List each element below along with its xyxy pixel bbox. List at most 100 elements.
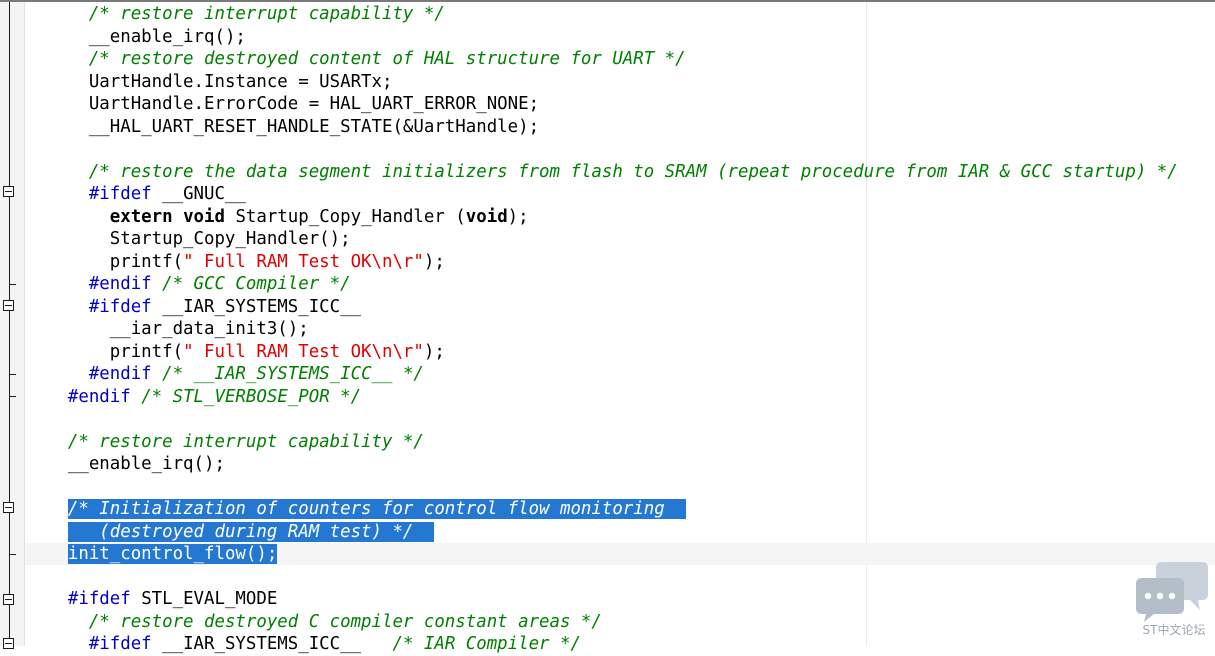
fold-end-tick [9,554,16,555]
code-line[interactable]: init_control_flow(); [26,543,278,566]
code-token: ); [507,206,529,227]
code-line[interactable]: #endif /* GCC Compiler */ [26,273,351,296]
code-text: printf(" Full RAM Test OK\n\r"); [110,252,445,272]
code-token: Startup_Copy_Handler(); [109,229,351,249]
code-token: __enable_irq(); [88,26,246,47]
code-text: #ifdef STL_EVAL_MODE [68,589,277,609]
code-comment: /* __IAR_SYSTEMS_ICC__ */ [162,364,424,384]
watermark-text: ST中文论坛 [1142,623,1206,637]
code-comment: /* restore the data segment initializers… [88,161,1178,182]
code-text: #endif /* __IAR_SYSTEMS_ICC__ */ [89,364,424,384]
code-token: __IAR_SYSTEMS_ICC__ [151,296,362,317]
code-token: UartHandle.ErrorCode = HAL_UART_ERROR_NO… [88,94,540,114]
code-comment: /* restore interrupt capability */ [88,4,445,24]
code-string: " Full RAM Test OK\n\r" [183,341,424,362]
code-comment: /* restore interrupt capability */ [67,431,424,452]
code-comment: /* restore destroyed C compiler constant… [88,611,602,632]
selected-code: (destroyed during RAM test) */ [67,521,435,542]
code-comment: /* GCC Compiler */ [162,274,351,294]
code-keyword: extern [109,206,173,227]
code-preprocessor: #endif [67,386,131,407]
code-line[interactable]: #endif /* __IAR_SYSTEMS_ICC__ */ [26,363,424,386]
fold-collapse-icon[interactable] [3,186,14,197]
fold-margin [0,2,25,649]
code-token: __HAL_UART_RESET_HANDLE_STATE(&UartHandl… [88,116,540,137]
code-text: /* restore interrupt capability */ [89,4,445,24]
code-text: #ifdef __IAR_SYSTEMS_ICC__ [89,297,361,317]
code-line[interactable]: UartHandle.ErrorCode = HAL_UART_ERROR_NO… [26,93,539,116]
code-text: #ifdef __GNUC__ [89,184,246,204]
code-line[interactable]: (destroyed during RAM test) */ [26,521,435,544]
code-line[interactable]: #ifdef __IAR_SYSTEMS_ICC__ [26,296,361,319]
code-line[interactable]: printf(" Full RAM Test OK\n\r"); [26,341,445,364]
code-line[interactable]: /* restore interrupt capability */ [26,3,445,26]
code-line[interactable]: /* Initialization of counters for contro… [26,498,686,521]
code-text: /* restore interrupt capability */ [68,432,424,452]
code-line[interactable]: __enable_irq(); [26,26,246,49]
code-line[interactable]: Startup_Copy_Handler(); [26,228,351,251]
code-line[interactable]: #ifdef __IAR_SYSTEMS_ICC__ /* IAR Compil… [26,633,581,656]
code-preprocessor: #ifdef [88,634,152,654]
code-comment: /* IAR Compiler */ [392,634,581,654]
fold-end-tick [9,374,16,375]
code-line[interactable]: extern void Startup_Copy_Handler (void); [26,206,529,229]
fold-collapse-icon[interactable] [3,594,14,605]
code-comment: /* STL_VERBOSE_POR */ [141,386,362,407]
code-preprocessor: #endif [88,274,152,294]
code-line[interactable]: #ifdef __GNUC__ [26,183,246,206]
code-text: __enable_irq(); [68,454,225,474]
fold-collapse-icon[interactable] [3,638,14,649]
fold-collapse-icon[interactable] [3,300,14,311]
chat-bubble-front [1136,578,1184,622]
code-line[interactable]: UartHandle.Instance = USARTx; [26,71,393,94]
code-text: __HAL_UART_RESET_HANDLE_STATE(&UartHandl… [89,117,539,137]
code-line[interactable]: #endif /* STL_VERBOSE_POR */ [26,386,361,409]
code-line[interactable]: __iar_data_init3(); [26,318,309,341]
code-line[interactable]: /* restore the data segment initializers… [26,161,1178,184]
code-token: init_control_flow(); [67,544,278,564]
code-comment: (destroyed during RAM test) */ [67,521,435,542]
fold-collapse-icon[interactable] [3,502,14,513]
code-string: " Full RAM Test OK\n\r" [183,251,424,272]
code-text: /* restore destroyed C compiler constant… [89,612,602,632]
code-line[interactable]: /* restore destroyed content of HAL stru… [26,48,686,71]
code-line[interactable]: #ifdef STL_EVAL_MODE [26,588,277,611]
code-line[interactable]: __HAL_UART_RESET_HANDLE_STATE(&UartHandl… [26,116,539,139]
code-line[interactable]: __enable_irq(); [26,453,225,476]
code-text: UartHandle.ErrorCode = HAL_UART_ERROR_NO… [89,94,539,114]
code-text: Startup_Copy_Handler(); [110,229,351,249]
code-preprocessor: #ifdef [67,589,131,609]
code-line[interactable]: printf(" Full RAM Test OK\n\r"); [26,251,445,274]
code-token: STL_EVAL_MODE [130,589,278,609]
selected-code: /* Initialization of counters for contro… [67,499,686,519]
code-token: __enable_irq(); [67,454,225,474]
code-keyword: void [183,206,225,227]
code-text: #endif /* GCC Compiler */ [89,274,351,294]
code-preprocessor: #ifdef [88,184,152,204]
code-token: ); [423,251,445,272]
code-token: Startup_Copy_Handler ( [224,206,466,227]
fold-end-tick [9,284,16,285]
code-text: extern void Startup_Copy_Handler (void); [110,207,529,227]
code-line[interactable]: /* restore destroyed C compiler constant… [26,611,602,634]
code-line[interactable]: /* restore interrupt capability */ [26,431,424,454]
